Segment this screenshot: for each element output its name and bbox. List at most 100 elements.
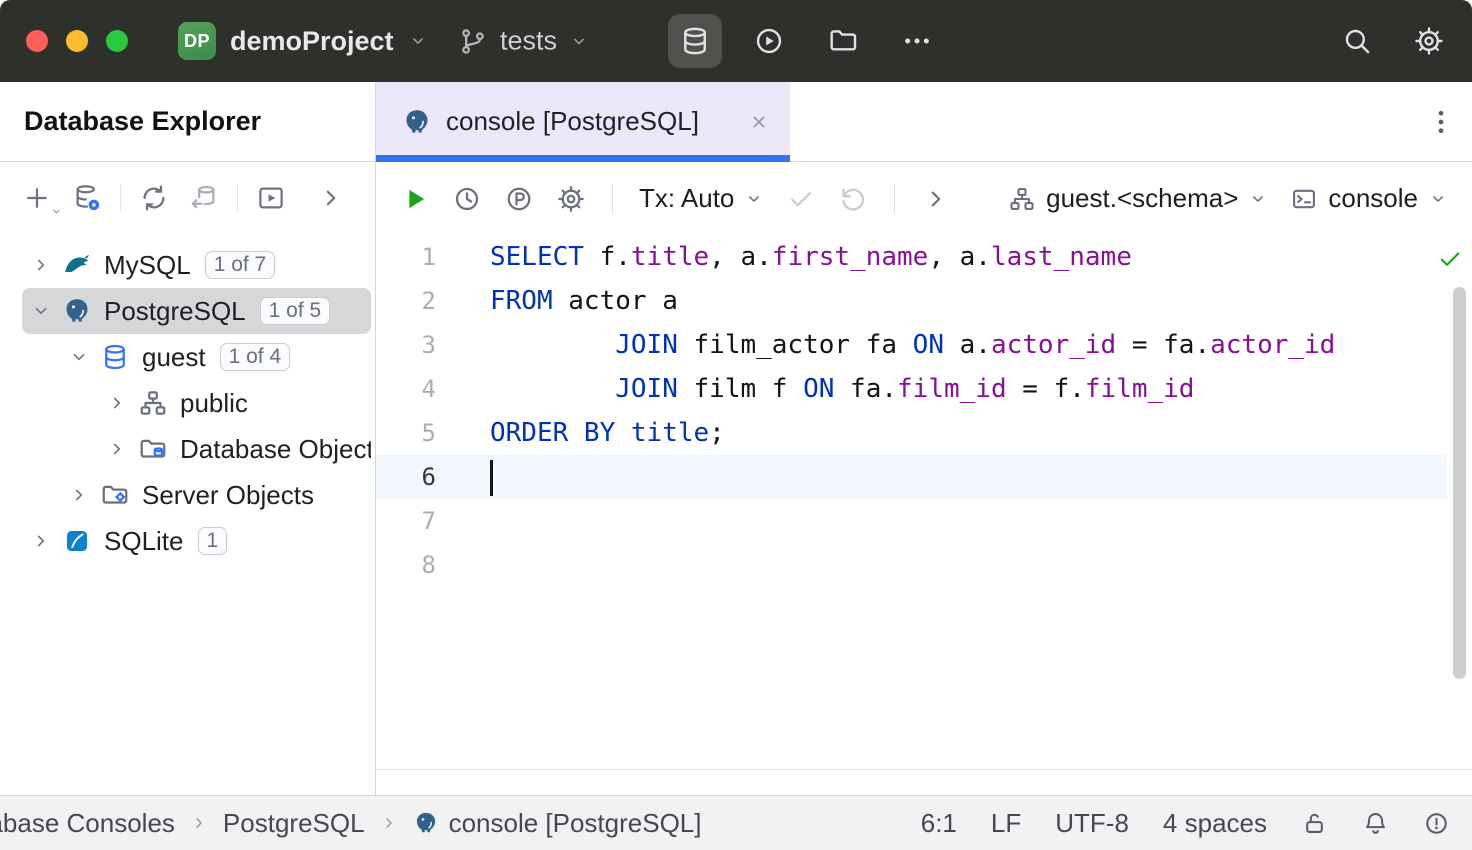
breadcrumb-console-postgresql[interactable]: console [PostgreSQL]: [413, 808, 702, 839]
code-line-4[interactable]: JOIN film f ON fa.film_id = f.film_id: [486, 367, 1472, 411]
tab-options-button[interactable]: [1426, 107, 1456, 137]
code-line-1[interactable]: SELECT f.title, a.first_name, a.last_nam…: [486, 235, 1472, 279]
more-tool-windows-button[interactable]: [890, 14, 944, 68]
project-widget[interactable]: DP demoProject: [178, 22, 428, 60]
expand-chevron-icon[interactable]: [26, 300, 56, 322]
tree-item-server-objects[interactable]: Server Objects: [22, 472, 371, 518]
tab-console-postgresql[interactable]: console [PostgreSQL]: [376, 82, 790, 161]
tree-item-sqlite[interactable]: SQLite 1: [22, 518, 371, 564]
tree-item-public[interactable]: public: [22, 380, 371, 426]
file-encoding[interactable]: UTF-8: [1055, 808, 1129, 839]
refresh-icon: [139, 183, 169, 213]
folder-icon: [827, 25, 859, 57]
console-settings-button[interactable]: [548, 176, 594, 222]
search-everywhere-button[interactable]: [1334, 18, 1380, 64]
editor-tab-bar: console [PostgreSQL]: [376, 82, 1472, 162]
tree-item-label: public: [180, 388, 248, 419]
breadcrumb-postgresql[interactable]: PostgreSQL: [223, 808, 365, 839]
kebab-menu-icon: [1426, 107, 1456, 137]
tree-item-guest[interactable]: guest 1 of 4: [22, 334, 371, 380]
gutter: 12345678: [376, 235, 486, 769]
refresh-button[interactable]: [132, 176, 176, 220]
schema-icon: [138, 388, 168, 418]
open-console-button[interactable]: [249, 176, 293, 220]
line-number: 1: [376, 235, 486, 279]
explorer-toolbar: [0, 162, 375, 234]
editor-toolbar: Tx: Auto guest.<schema> console: [376, 162, 1472, 235]
code-line-8[interactable]: [486, 543, 1472, 587]
notifications-button[interactable]: [1362, 810, 1389, 837]
expand-chevron-icon[interactable]: [102, 392, 132, 414]
code-line-7[interactable]: [486, 499, 1472, 543]
plus-icon: [22, 183, 52, 213]
tree-item-badge: 1 of 4: [220, 343, 291, 371]
scrollbar-thumb[interactable]: [1453, 287, 1466, 679]
settings-button[interactable]: [1406, 18, 1452, 64]
expand-chevron-icon[interactable]: [64, 484, 94, 506]
run-query-button[interactable]: [392, 176, 438, 222]
jump-to-console-button[interactable]: [182, 176, 226, 220]
undo-icon: [838, 184, 868, 214]
code-editor[interactable]: 12345678 SELECT f.title, a.first_name, a…: [376, 235, 1472, 770]
transaction-mode-selector[interactable]: Tx: Auto: [631, 183, 772, 214]
git-branch-icon: [458, 26, 488, 56]
line-separator[interactable]: LF: [991, 808, 1021, 839]
execution-plan-button[interactable]: [496, 176, 542, 222]
schema-selector[interactable]: guest.<schema>: [1000, 183, 1276, 214]
breadcrumb-label: PostgreSQL: [223, 808, 365, 839]
database-explorer-panel: Database Explorer MySQL 1 of 7 PostgreSQ…: [0, 82, 376, 795]
toolbar-divider: [894, 184, 895, 214]
chevron-down-icon: [408, 31, 428, 51]
services-tool-button[interactable]: [742, 14, 796, 68]
console-selector-label: console: [1328, 183, 1418, 214]
expand-chevron-icon[interactable]: [26, 254, 56, 276]
sqlite-icon: [62, 526, 92, 556]
database-tool-button[interactable]: [668, 14, 722, 68]
code-line-2[interactable]: FROM actor a: [486, 279, 1472, 323]
data-source-properties-button[interactable]: [65, 176, 109, 220]
status-widgets: 6:1 LF UTF-8 4 spaces: [921, 808, 1450, 839]
inspections-widget-button[interactable]: [1423, 810, 1450, 837]
new-data-source-button[interactable]: [15, 176, 59, 220]
line-number: 5: [376, 411, 486, 455]
rollback-button[interactable]: [830, 176, 876, 222]
unlock-icon: [1301, 810, 1328, 837]
close-window-button[interactable]: [26, 30, 48, 52]
close-icon: [748, 111, 770, 133]
line-number: 2: [376, 279, 486, 323]
tree-item-database-objects[interactable]: Database Objects: [22, 426, 371, 472]
indent-style[interactable]: 4 spaces: [1163, 808, 1267, 839]
breadcrumbs: Database Consoles PostgreSQL console [Post…: [0, 808, 701, 839]
breadcrumb-database-consoles[interactable]: Database Consoles: [0, 808, 175, 839]
line-number: 7: [376, 499, 486, 543]
code-line-5[interactable]: ORDER BY title;: [486, 411, 1472, 455]
console-selector[interactable]: console: [1282, 183, 1456, 214]
database-arrow-icon: [189, 183, 219, 213]
tree-item-label: Database Objects: [180, 434, 371, 465]
tree-item-postgresql[interactable]: PostgreSQL 1 of 5: [22, 288, 371, 334]
inspections-ok-icon: [1436, 245, 1464, 273]
lock-button[interactable]: [1301, 810, 1328, 837]
expand-chevron-icon[interactable]: [102, 438, 132, 460]
code-lines[interactable]: SELECT f.title, a.first_name, a.last_nam…: [486, 235, 1472, 769]
code-line-3[interactable]: JOIN film_actor fa ON a.actor_id = fa.ac…: [486, 323, 1472, 367]
minimize-window-button[interactable]: [66, 30, 88, 52]
more-toolbar-actions-button[interactable]: [309, 176, 353, 220]
close-tab-button[interactable]: [748, 111, 770, 133]
more-actions-button[interactable]: [913, 176, 959, 222]
expand-chevron-icon[interactable]: [64, 346, 94, 368]
tree-item-badge: 1 of 7: [205, 251, 276, 279]
tree-item-label: Server Objects: [142, 480, 314, 511]
zoom-window-button[interactable]: [106, 30, 128, 52]
commit-button[interactable]: [778, 176, 824, 222]
status-bar: Database Consoles PostgreSQL console [Post…: [0, 795, 1472, 850]
code-line-6[interactable]: [486, 455, 1472, 499]
vcs-branch-widget[interactable]: tests: [458, 26, 589, 57]
expand-chevron-icon[interactable]: [26, 530, 56, 552]
line-number: 4: [376, 367, 486, 411]
project-files-button[interactable]: [816, 14, 870, 68]
tree-item-mysql[interactable]: MySQL 1 of 7: [22, 242, 371, 288]
console-icon: [1290, 185, 1318, 213]
caret-position[interactable]: 6:1: [921, 808, 957, 839]
query-history-button[interactable]: [444, 176, 490, 222]
